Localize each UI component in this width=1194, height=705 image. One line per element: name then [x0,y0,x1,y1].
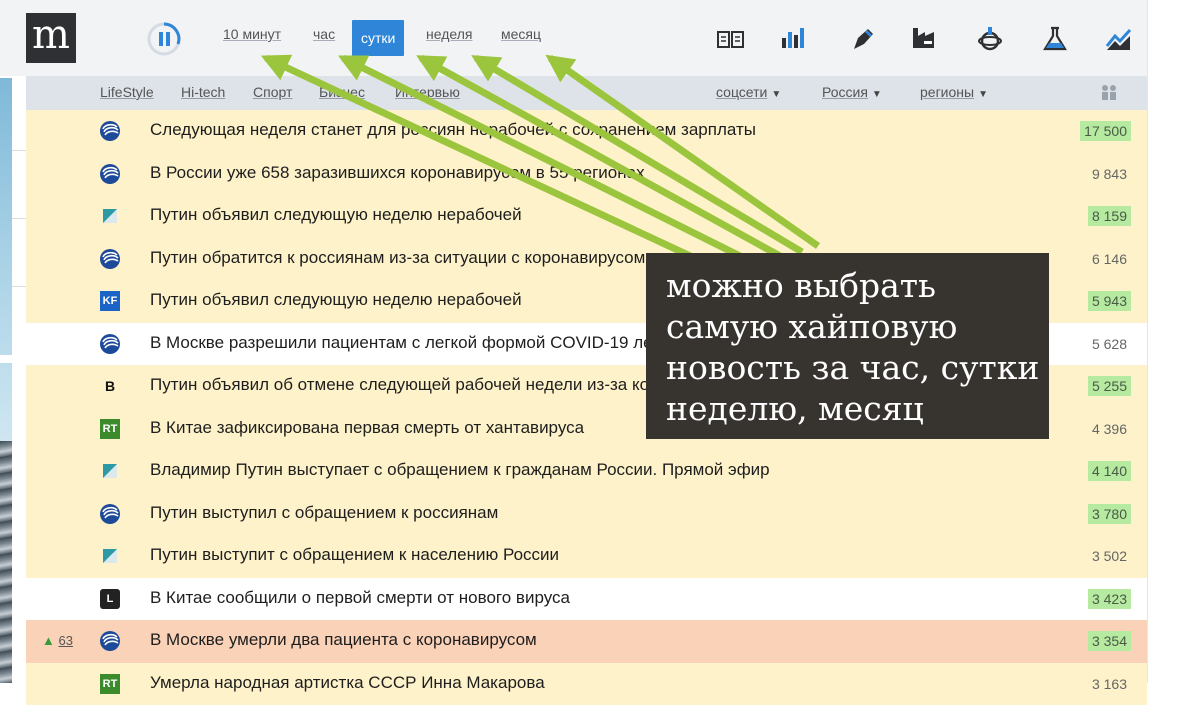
source-lenta-icon [100,206,120,226]
site-logo[interactable]: m [26,13,76,63]
news-title[interactable]: Владимир Путин выступает с обращением к … [150,460,770,480]
news-row[interactable]: Путин объявил следующую неделю нерабочей… [26,195,1147,238]
news-title[interactable]: В России уже 658 заразившихся коронавиру… [150,163,645,183]
news-title[interactable]: Следующая неделя станет для россиян нера… [150,120,756,140]
left-gap [0,355,26,363]
news-row[interactable]: Владимир Путин выступает с обращением к … [26,450,1147,493]
dropdown-socials[interactable]: соцсети▼ [716,84,781,100]
source-rt-icon: RT [100,674,120,694]
news-title[interactable]: В Китае зафиксирована первая смерть от х… [150,418,584,438]
left-clipped-photo [0,441,12,683]
news-row[interactable]: RTУмерла народная артистка СССР Инна Мак… [26,663,1147,705]
news-row[interactable]: В России уже 658 заразившихся коронавиру… [26,153,1147,196]
news-title[interactable]: В Китае сообщили о первой смерти от ново… [150,588,570,608]
annotation-callout: можно выбрать самую хайповую новость за … [646,253,1049,439]
dropdown-regions[interactable]: регионы▼ [920,84,988,100]
left-divider [12,286,26,287]
source-ria-icon [100,121,120,141]
left-edge-clipped [0,0,26,683]
bar-chart-icon[interactable] [779,24,809,54]
subnav-sport[interactable]: Спорт [253,84,292,100]
period-hour[interactable]: час [313,26,335,42]
chevron-down-icon: ▼ [872,89,882,100]
news-title[interactable]: Путин выступил с обращением к россиянам [150,503,498,523]
period-month[interactable]: месяц [501,26,541,42]
source-lenta-icon [100,461,120,481]
news-row[interactable]: Путин выступил с обращением к россиянам 3… [26,493,1147,536]
dropdown-region-country[interactable]: Россия▼ [822,84,882,100]
view-count: 5 628 [1088,334,1131,354]
left-clipped-panel [0,78,12,443]
source-ria-icon [100,504,120,524]
view-count: 3 163 [1088,674,1131,694]
trend-icon[interactable] [1104,24,1134,54]
view-count: 3 502 [1088,546,1131,566]
news-row[interactable]: Следующая неделя станет для россиян нера… [26,110,1147,153]
view-count: 6 146 [1088,249,1131,269]
people-icon [1100,84,1118,100]
news-row[interactable]: ▲ 63 В Москве умерли два пациента с коро… [26,620,1147,663]
chevron-down-icon: ▼ [771,89,781,100]
source-vedomosti-icon: B [100,376,120,396]
period-10-min[interactable]: 10 минут [223,26,281,42]
chevron-down-icon: ▼ [978,89,988,100]
left-divider [12,150,26,151]
pen-icon[interactable] [848,24,878,54]
source-ria-icon [100,164,120,184]
source-kp-icon: KF [100,291,120,311]
news-title[interactable]: Путин объявил следующую неделю нерабочей [150,205,522,225]
view-count: 5 255 [1088,376,1131,396]
pause-refresh-icon[interactable] [146,21,182,57]
left-divider [12,218,26,219]
view-count: 3 423 [1088,589,1131,609]
view-count: 4 396 [1088,419,1131,439]
view-count: 9 843 [1088,164,1131,184]
right-edge-divider [1147,0,1148,683]
sub-navigation: LifeStyle Hi-tech Спорт Бизнес Интервью … [26,76,1147,110]
source-ria-icon [100,249,120,269]
newspaper-icon[interactable] [716,24,746,54]
subnav-lifestyle[interactable]: LifeStyle [100,84,154,100]
view-count: 5 943 [1088,291,1131,311]
factory-icon[interactable] [910,24,940,54]
news-row[interactable]: L В Китае сообщили о первой смерти от нов… [26,578,1147,621]
view-count: 17 500 [1080,121,1131,141]
subnav-interview[interactable]: Интервью [395,84,460,100]
rank-rise-indicator[interactable]: ▲ 63 [42,633,73,648]
news-title[interactable]: Путин объявил следующую неделю нерабочей [150,290,522,310]
source-life-icon: L [100,589,120,609]
news-title[interactable]: Путин обратится к россиянам из-за ситуац… [150,248,645,268]
period-week[interactable]: неделя [426,26,472,42]
subnav-business[interactable]: Бизнес [319,84,365,100]
source-rt-icon: RT [100,419,120,439]
flask-icon[interactable] [1040,24,1070,54]
view-count: 3 354 [1088,631,1131,651]
subnav-hitech[interactable]: Hi-tech [181,84,225,100]
news-title[interactable]: Путин выступит с обращением к населению … [150,545,559,565]
period-day[interactable]: сутки [352,20,404,56]
top-bar: m 10 минут час сутки неделя месяц [0,0,1147,76]
view-count: 4 140 [1088,461,1131,481]
news-title[interactable]: В Москве умерли два пациента с коронавир… [150,630,537,650]
source-lenta-icon [100,546,120,566]
view-count: 3 780 [1088,504,1131,524]
news-row[interactable]: Путин выступит с обращением к населению … [26,535,1147,578]
medal-icon[interactable] [975,24,1005,54]
source-ria-icon [100,334,120,354]
source-ria-icon [100,631,120,651]
view-count: 8 159 [1088,206,1131,226]
